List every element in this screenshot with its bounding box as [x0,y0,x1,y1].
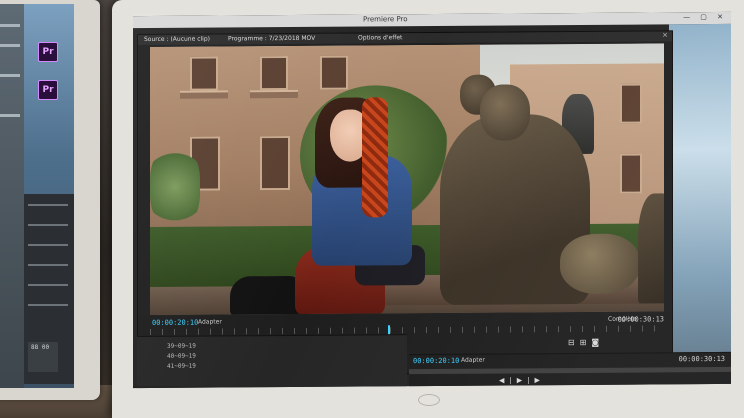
desktop-background [669,23,731,385]
overwrite-icon[interactable]: ⊞ [580,338,592,347]
timeline-timecode[interactable]: 00:00:20:10 [413,357,459,365]
program-monitor-panel: Source : (Aucune clip) Programme : 7/23/… [137,30,673,377]
bin-item[interactable]: 41~09~19 [167,363,196,370]
building-window [260,135,290,191]
premiere-pro-icon[interactable]: Pr [38,80,58,100]
main-monitor-screen: Premiere Pro — ▢ ✕ Source : (Aucune clip… [133,11,731,389]
bin-item[interactable]: 39~09~19 [167,343,196,350]
building-window [190,56,218,91]
project-panel: 39~09~19 40~09~19 41~09~19 [137,334,407,389]
step-forward-icon[interactable]: |▶ [527,376,545,384]
woman-scarf [362,97,388,218]
building-window [620,83,642,124]
timeline-panel: 00:00:20:10 Adapter 00:00:30:13 ◀|▶|▶ [409,351,731,388]
play-icon[interactable]: ▶ [517,376,527,384]
building-window [320,55,348,90]
sidebar-bar [0,24,20,27]
building-window [260,56,288,91]
left-monitor: Pr Pr 88 00 [0,0,100,400]
left-monitor-screen: Pr Pr 88 00 [0,4,74,388]
building-window [620,153,642,194]
tab-effect-options[interactable]: Options d'effet [358,34,402,41]
close-icon[interactable]: ✕ [662,31,668,39]
panel-row [28,224,68,226]
panel-row [28,204,68,206]
step-back-icon[interactable]: ◀| [499,376,517,384]
edit-controls[interactable]: ⊟⊞◙ [568,338,604,347]
tab-program[interactable]: Programme : 7/23/2018 MOV [228,35,315,43]
bronze-statue-knee [560,233,640,295]
window-title: Premiere Pro [363,15,408,24]
bin-item[interactable]: 40~09~19 [167,353,196,360]
panel-row [28,244,68,246]
panel-row [28,284,68,286]
window-controls[interactable]: — ▢ ✕ [683,13,727,21]
premiere-pro-icon[interactable]: Pr [38,42,58,62]
zoom-fit-select[interactable]: Adapter [198,318,222,325]
panel-row [28,304,68,306]
timeline-track[interactable] [409,366,731,375]
tool-panel[interactable]: 88 00 [28,342,58,372]
tab-source[interactable]: Source : (Aucune clip) [144,36,210,43]
duration-timecode: 00:00:30:13 [617,315,664,324]
bronze-statue-head [480,84,530,141]
timeline-fit-select[interactable]: Adapter [461,357,485,364]
timeline-transport[interactable]: ◀|▶|▶ [499,376,545,384]
monitor-logo [418,394,440,406]
video-frame[interactable] [150,43,664,315]
sidebar-bar [0,44,20,47]
camera-icon[interactable]: ◙ [591,338,604,347]
balcony [180,90,228,99]
current-timecode[interactable]: 00:00:20:10 [152,319,198,327]
insert-icon[interactable]: ⊟ [568,338,580,347]
panel-row [28,264,68,266]
topiary-bush [150,146,200,227]
sidebar-bar [0,114,20,117]
tool-readout: 88 00 [31,344,50,351]
second-bronze-statue [638,193,664,304]
timeline-duration: 00:00:30:13 [678,354,725,364]
left-sidebar [0,4,24,388]
balcony [250,89,298,99]
sidebar-bar [0,74,20,77]
